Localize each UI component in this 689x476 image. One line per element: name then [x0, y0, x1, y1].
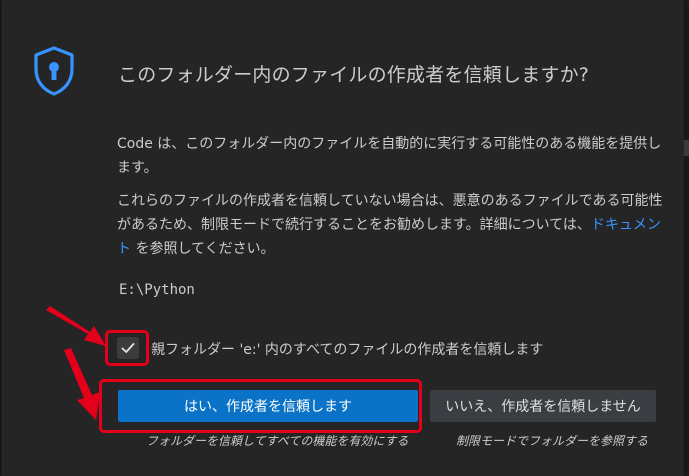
screen: このフォルダー内のファイルの作成者を信頼しますか? Code は、このフォルダー… [0, 0, 689, 476]
description-paragraph-1: Code は、このフォルダー内のファイルを自動的に実行する可能性のある機能を提供… [117, 136, 662, 176]
red-arrow-icon [46, 306, 106, 346]
scrollbar-thumb[interactable] [684, 140, 689, 156]
trust-button-hint: フォルダーを信頼してすべての機能を有効にする [146, 434, 409, 448]
paragraph-2-tail: を参照してください。 [131, 241, 275, 257]
red-arrow-icon [64, 348, 100, 420]
description-paragraph-2: これらのファイルの作成者を信頼していない場合は、悪意のあるファイルである可能性が… [117, 189, 665, 261]
paragraph-2-text: これらのファイルの作成者を信頼していない場合は、悪意のあるファイルである可能性が… [117, 193, 663, 233]
dont-trust-button[interactable]: いいえ、作成者を信頼しません [430, 390, 656, 422]
trust-parent-label[interactable]: 親フォルダー 'e:' 内のすべてのファイルの作成者を信頼します [151, 339, 543, 359]
button-highlight-box [99, 379, 422, 433]
dialog-title: このフォルダー内のファイルの作成者を信頼しますか? [118, 64, 590, 86]
dont-trust-button-hint: 制限モードでフォルダーを参照する [456, 434, 649, 448]
folder-path: E:\Python [119, 282, 195, 298]
checkbox-highlight-box [105, 330, 149, 366]
shield-lock-icon [34, 46, 74, 96]
